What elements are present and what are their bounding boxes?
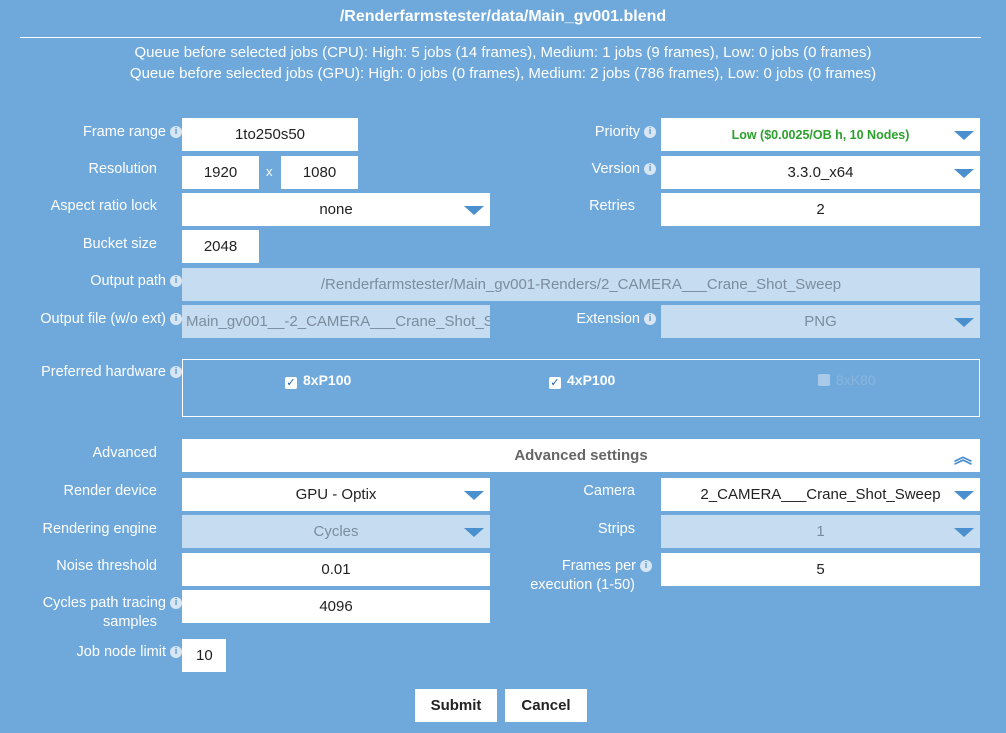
chevron-down-icon	[954, 131, 974, 140]
extension-select: PNG	[661, 305, 980, 338]
output-path-label: Output path i	[90, 272, 182, 290]
retries-input[interactable]: 2	[661, 193, 980, 226]
checkbox-disabled-icon	[818, 374, 830, 386]
info-icon[interactable]: i	[640, 560, 652, 573]
advanced-label: Advanced	[92, 445, 158, 461]
camera-select[interactable]: 2_CAMERA___Crane_Shot_Sweep	[661, 478, 980, 511]
advanced-settings-toggle[interactable]: Advanced settings ︽	[182, 439, 980, 472]
cycles-samples-label: Cycles path tracing i	[43, 594, 182, 612]
preferred-hardware-label: Preferred hardware i	[41, 363, 182, 381]
cycles-samples-input[interactable]: 4096	[182, 590, 490, 623]
cycles-samples-label-line2: samples	[103, 614, 157, 630]
chevron-down-icon	[954, 318, 974, 327]
job-node-limit-label: Job node limit i	[77, 643, 182, 661]
resolution-label: Resolution	[88, 161, 157, 177]
output-path-input: /Renderfarmstester/Main_gv001-Renders/2_…	[182, 268, 980, 301]
resolution-width-input[interactable]: 1920	[182, 156, 259, 189]
submit-button[interactable]: Submit	[415, 689, 497, 722]
strips-select: 1	[661, 515, 980, 548]
frame-range-input[interactable]: 1to250s50	[182, 118, 358, 151]
output-file-label: Output file (w/o ext) i	[40, 310, 182, 328]
queue-cpu-text: Queue before selected jobs (CPU): High: …	[134, 44, 872, 61]
dialog-title: /Renderfarmstester/data/Main_gv001.blend	[339, 8, 667, 25]
output-file-input: Main_gv001__-2_CAMERA___Crane_Shot_Sweep	[182, 305, 490, 338]
chevron-down-icon	[464, 206, 484, 215]
priority-label: Priority i	[595, 123, 656, 141]
resolution-separator: x	[266, 164, 273, 179]
info-icon[interactable]: i	[170, 366, 182, 379]
checkbox-checked-icon[interactable]: ✓	[285, 377, 297, 389]
frames-per-execution-label-line2: execution (1-50)	[530, 577, 635, 593]
checkbox-checked-icon[interactable]: ✓	[549, 377, 561, 389]
info-icon[interactable]: i	[644, 126, 656, 139]
info-icon[interactable]: i	[644, 313, 656, 326]
info-icon[interactable]: i	[170, 126, 182, 139]
queue-gpu-text: Queue before selected jobs (GPU): High: …	[129, 65, 877, 82]
info-icon[interactable]: i	[644, 163, 656, 176]
hardware-option-8xk80: 8xK80	[818, 372, 876, 388]
bucket-size-label: Bucket size	[82, 236, 157, 252]
chevron-up-icon: ︽	[954, 447, 972, 468]
noise-threshold-input[interactable]: 0.01	[182, 553, 490, 586]
render-device-select[interactable]: GPU - Optix	[182, 478, 490, 511]
title-divider	[20, 37, 981, 38]
job-node-limit-input[interactable]: 10	[182, 639, 226, 672]
info-icon[interactable]: i	[170, 313, 182, 326]
strips-label: Strips	[597, 521, 635, 537]
chevron-down-icon	[954, 491, 974, 500]
chevron-down-icon	[464, 491, 484, 500]
priority-select[interactable]: Low ($0.0025/OB h, 10 Nodes)	[661, 118, 980, 151]
chevron-down-icon	[464, 528, 484, 537]
resolution-height-input[interactable]: 1080	[281, 156, 358, 189]
frames-per-execution-input[interactable]: 5	[661, 553, 980, 586]
extension-label: Extension i	[576, 310, 656, 328]
noise-threshold-label: Noise threshold	[56, 558, 157, 574]
rendering-engine-select: Cycles	[182, 515, 490, 548]
camera-label: Camera	[583, 483, 635, 499]
frame-range-label: Frame range i	[83, 123, 182, 141]
hardware-option-4xp100[interactable]: ✓ 4xP100	[549, 372, 615, 389]
render-device-label: Render device	[63, 483, 158, 499]
frames-per-execution-label: Frames per i	[562, 557, 652, 575]
hardware-option-8xp100[interactable]: ✓ 8xP100	[285, 372, 351, 389]
aspect-ratio-lock-select[interactable]: none	[182, 193, 490, 226]
info-icon[interactable]: i	[170, 597, 182, 610]
rendering-engine-label: Rendering engine	[42, 521, 157, 537]
version-label: Version i	[592, 160, 656, 178]
info-icon[interactable]: i	[170, 275, 182, 288]
chevron-down-icon	[954, 528, 974, 537]
aspect-ratio-lock-label: Aspect ratio lock	[50, 198, 157, 214]
chevron-down-icon	[954, 169, 974, 178]
version-select[interactable]: 3.3.0_x64	[661, 156, 980, 189]
retries-label: Retries	[589, 198, 635, 214]
info-icon[interactable]: i	[170, 646, 182, 659]
bucket-size-input[interactable]: 2048	[182, 230, 259, 263]
cancel-button[interactable]: Cancel	[505, 689, 587, 722]
